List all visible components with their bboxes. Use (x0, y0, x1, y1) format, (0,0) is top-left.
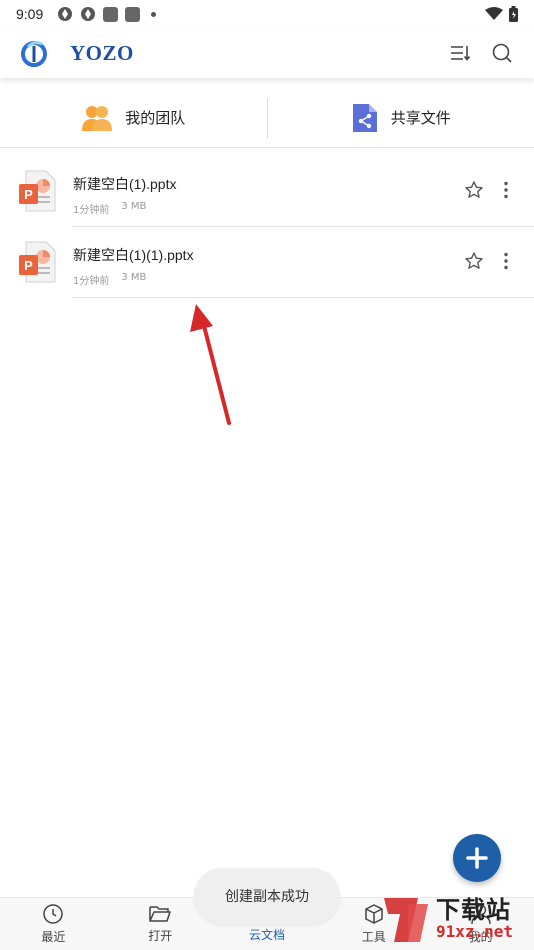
file-list: P 新建空白(1).pptx 1分钟前 3 MB P 新建空白(1)(1).pp… (0, 156, 534, 298)
file-modified-time: 1分钟前 (73, 205, 110, 216)
plus-icon (466, 847, 488, 869)
add-document-button[interactable] (453, 834, 501, 882)
team-icon (82, 105, 113, 131)
status-bar: 9:09 (0, 0, 534, 28)
site-watermark: 下载站 91xz.net (378, 890, 534, 950)
battery-icon (509, 6, 518, 22)
toast-text: 创建副本成功 (225, 889, 309, 905)
file-size: 3 MB (121, 272, 147, 283)
app-header: YOZO (0, 28, 534, 78)
sort-icon (451, 46, 471, 61)
status-notification-icons (57, 6, 157, 22)
my-team-entry[interactable]: 我的团队 (0, 88, 267, 147)
quick-entry-row: 我的团队 共享文件 (0, 88, 534, 148)
nav-cloud-docs-label: 云文档 (248, 928, 285, 942)
pptx-file-icon: P (19, 241, 56, 283)
shared-files-entry[interactable]: 共享文件 (268, 88, 534, 147)
yozo-logo-icon (21, 41, 47, 67)
notification-square-icon (125, 6, 141, 22)
nav-open-label: 打开 (148, 929, 173, 943)
wifi-icon (485, 7, 503, 20)
file-name: 新建空白(1).pptx (73, 176, 177, 192)
share-file-icon (352, 103, 377, 132)
star-icon[interactable] (464, 180, 484, 200)
nav-recent[interactable]: 最近 (0, 898, 107, 950)
file-name: 新建空白(1)(1).pptx (73, 247, 194, 263)
search-button[interactable] (490, 41, 514, 65)
more-notifications-dot-icon (151, 11, 157, 17)
nav-recent-label: 最近 (41, 930, 66, 944)
notification-square-icon (103, 6, 119, 22)
shared-files-label: 共享文件 (390, 109, 451, 127)
watermark-title: 下载站 (436, 896, 511, 924)
file-modified-time: 1分钟前 (73, 276, 110, 287)
pptx-file-icon: P (19, 170, 56, 212)
watermark-site: 91xz.net (436, 922, 514, 941)
status-system-icons (485, 6, 518, 22)
my-team-label: 我的团队 (125, 109, 186, 127)
status-time: 9:09 (16, 6, 44, 22)
list-divider (73, 297, 534, 298)
star-icon[interactable] (464, 251, 484, 271)
list-item[interactable]: P 新建空白(1)(1).pptx 1分钟前 3 MB (0, 227, 534, 298)
search-icon (492, 43, 512, 63)
more-vertical-icon[interactable] (502, 251, 510, 271)
brand-title: YOZO (70, 40, 134, 65)
svg-text:P: P (24, 258, 33, 273)
svg-text:P: P (24, 187, 33, 202)
watermark-logo-icon (384, 898, 428, 942)
file-size: 3 MB (121, 201, 147, 212)
list-item[interactable]: P 新建空白(1).pptx 1分钟前 3 MB (0, 156, 534, 227)
more-vertical-icon[interactable] (502, 180, 510, 200)
toast-message: 创建副本成功 (194, 868, 340, 924)
notification-app-icon (58, 7, 73, 21)
folder-open-icon (149, 906, 171, 922)
notification-app-icon (81, 7, 96, 21)
sort-button[interactable] (448, 41, 472, 65)
clock-icon (43, 904, 64, 924)
